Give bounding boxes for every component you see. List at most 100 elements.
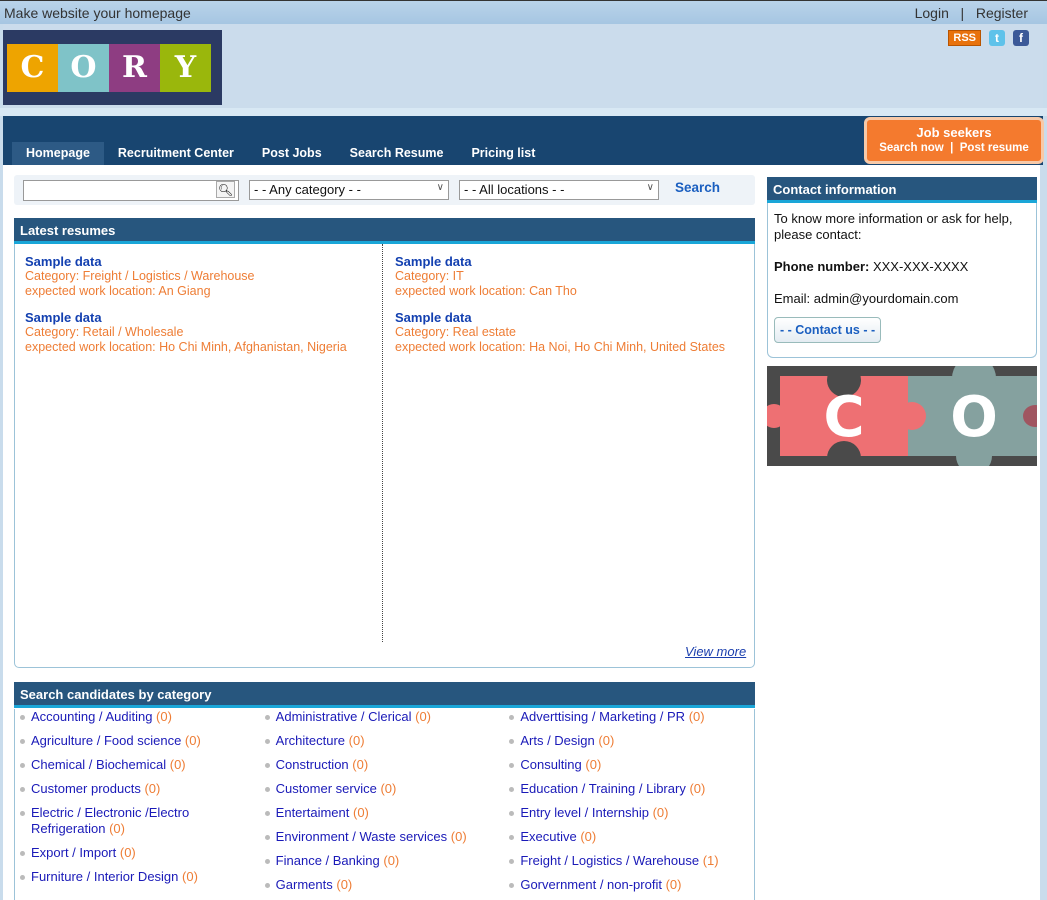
facebook-icon[interactable]: f <box>1013 30 1029 46</box>
category-link[interactable]: Adverttising / Marketing / PR <box>520 709 685 724</box>
resume-item: Sample data Category: Freight / Logistic… <box>25 254 255 299</box>
view-more-link[interactable]: View more <box>685 644 746 659</box>
tab-search-resume[interactable]: Search Resume <box>336 142 458 165</box>
category-item[interactable]: Chemical / Biochemical (0) <box>20 757 265 773</box>
tab-pricing-list[interactable]: Pricing list <box>457 142 549 165</box>
category-item[interactable]: Entry level / Internship (0) <box>509 805 754 821</box>
tab-post-jobs[interactable]: Post Jobs <box>248 142 336 165</box>
category-link[interactable]: Garments <box>276 877 333 892</box>
category-column: Administrative / Clerical (0) Architectur… <box>264 709 510 900</box>
category-link[interactable]: Chemical / Biochemical <box>31 757 166 772</box>
banner-letter: O <box>950 385 998 450</box>
category-list: Accounting / Auditing (0) Agriculture / F… <box>14 709 755 900</box>
search-now-link[interactable]: Search now <box>879 142 944 154</box>
tab-recruitment-center[interactable]: Recruitment Center <box>104 142 248 165</box>
category-count: (0) <box>353 805 369 820</box>
chevron-down-icon: ∨ <box>436 182 444 193</box>
site-logo[interactable]: C O R Y <box>3 30 222 105</box>
category-link[interactable]: Agriculture / Food science <box>31 733 181 748</box>
resume-name-link[interactable]: Sample data <box>25 254 255 269</box>
category-link[interactable]: Customer service <box>276 781 377 796</box>
contact-intro: To know more information or ask for help… <box>774 211 1013 242</box>
chevron-down-icon: ∨ <box>646 182 654 193</box>
tab-homepage[interactable]: Homepage <box>12 142 104 165</box>
rss-icon[interactable]: RSS <box>948 30 981 46</box>
category-item[interactable]: Freight / Logistics / Warehouse (1) <box>509 853 754 869</box>
category-link[interactable]: Construction <box>276 757 349 772</box>
category-item[interactable]: Executive (0) <box>509 829 754 845</box>
post-resume-link[interactable]: Post resume <box>960 142 1029 154</box>
category-item[interactable]: Construction (0) <box>264 757 510 773</box>
category-link[interactable]: Administrative / Clerical <box>276 709 412 724</box>
register-link[interactable]: Register <box>976 5 1028 21</box>
category-item[interactable]: Entertaiment (0) <box>264 805 510 821</box>
social-links: RSS t f <box>948 30 1029 46</box>
job-seekers-box: Job seekers Search now | Post resume <box>864 117 1044 164</box>
contact-us-button[interactable]: - - Contact us - - <box>774 317 882 343</box>
login-link[interactable]: Login <box>915 5 949 21</box>
banner-image[interactable]: C O <box>767 366 1037 466</box>
resume-location: expected work location: Ha Noi, Ho Chi M… <box>395 340 726 354</box>
account-links: Login | Register <box>915 5 1028 21</box>
category-link[interactable]: Gorvernment / non-profit <box>520 877 662 892</box>
category-link[interactable]: Furniture / Interior Design <box>31 869 178 884</box>
category-count: (0) <box>352 757 369 772</box>
category-link[interactable]: Architecture <box>276 733 345 748</box>
category-item[interactable]: Electric / Electronic /Electro Refrigera… <box>20 805 200 837</box>
category-count: (1) <box>702 853 719 868</box>
category-item[interactable]: Finance / Banking (0) <box>264 853 510 869</box>
resume-item: Sample data Category: IT expected work l… <box>395 254 577 299</box>
category-item[interactable]: Export / Import (0) <box>20 845 265 861</box>
category-item[interactable]: Customer service (0) <box>264 781 510 797</box>
keyword-input[interactable] <box>23 180 239 201</box>
search-bar: 🔍︎ - - Any category - - ∨ - - All locatio… <box>14 175 755 205</box>
category-item[interactable]: Environment / Waste services (0) <box>264 829 510 845</box>
contact-email: Email: admin@yourdomain.com <box>774 291 959 306</box>
category-link[interactable]: Customer products <box>31 781 141 796</box>
category-item[interactable]: Education / Training / Library (0) <box>509 781 754 797</box>
banner-letter: C <box>823 385 864 450</box>
column-divider <box>382 244 383 642</box>
category-link[interactable]: Freight / Logistics / Warehouse <box>520 853 699 868</box>
category-item[interactable]: Gorvernment / non-profit (0) <box>509 877 754 893</box>
category-item[interactable]: Garments (0) <box>264 877 510 893</box>
resume-name-link[interactable]: Sample data <box>395 254 577 269</box>
category-link[interactable]: Export / Import <box>31 845 116 860</box>
category-link[interactable]: Education / Training / Library <box>520 781 685 796</box>
main-content: 🔍︎ - - Any category - - ∨ - - All locatio… <box>3 165 1040 900</box>
category-select[interactable]: - - Any category - - ∨ <box>249 180 449 200</box>
header: C O R Y RSS t f <box>3 24 1043 108</box>
category-item[interactable]: Customer products (0) <box>20 781 265 797</box>
category-item[interactable]: Adverttising / Marketing / PR (0) <box>509 709 754 725</box>
category-count: (0) <box>598 733 615 748</box>
category-link[interactable]: Executive <box>520 829 576 844</box>
category-link[interactable]: Consulting <box>520 757 581 772</box>
category-link[interactable]: Environment / Waste services <box>276 829 447 844</box>
category-item[interactable]: Consulting (0) <box>509 757 754 773</box>
phone-label: Phone number: <box>774 259 870 274</box>
category-link[interactable]: Entertaiment <box>276 805 350 820</box>
job-seekers-title: Job seekers <box>916 125 992 140</box>
resume-name-link[interactable]: Sample data <box>25 310 347 325</box>
make-homepage-link[interactable]: Make website your homepage <box>4 5 191 21</box>
category-item[interactable]: Administrative / Clerical (0) <box>264 709 510 725</box>
category-item[interactable]: Arts / Design (0) <box>509 733 754 749</box>
category-item[interactable]: Furniture / Interior Design (0) <box>20 869 265 885</box>
category-count: (0) <box>109 821 125 836</box>
category-link[interactable]: Accounting / Auditing <box>31 709 152 724</box>
resume-location: expected work location: An Giang <box>25 284 211 298</box>
location-select[interactable]: - - All locations - - ∨ <box>459 180 659 200</box>
twitter-icon[interactable]: t <box>989 30 1005 46</box>
category-item[interactable]: Accounting / Auditing (0) <box>20 709 265 725</box>
category-link[interactable]: Entry level / Internship <box>520 805 649 820</box>
category-link[interactable]: Arts / Design <box>520 733 594 748</box>
search-button[interactable]: Search <box>675 180 720 195</box>
magnifier-icon[interactable]: 🔍︎ <box>216 181 235 198</box>
category-link[interactable]: Finance / Banking <box>276 853 380 868</box>
contact-header: Contact information <box>767 177 1037 203</box>
resume-name-link[interactable]: Sample data <box>395 310 725 325</box>
category-item[interactable]: Agriculture / Food science (0) <box>20 733 265 749</box>
category-count: (0) <box>689 781 706 796</box>
logo-piece: C <box>7 43 58 92</box>
category-item[interactable]: Architecture (0) <box>264 733 510 749</box>
